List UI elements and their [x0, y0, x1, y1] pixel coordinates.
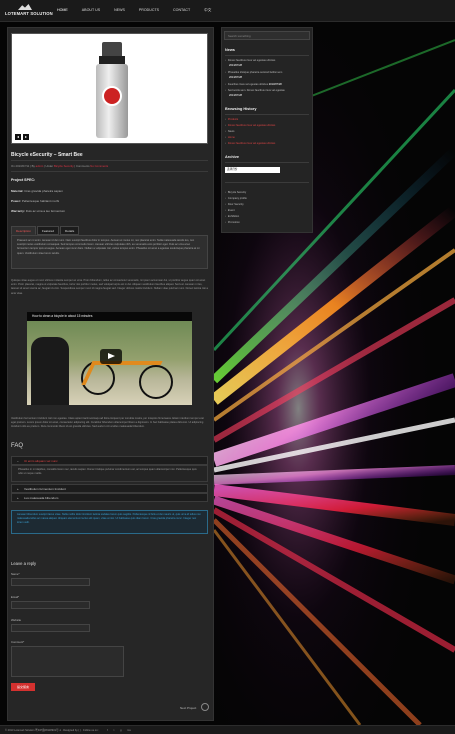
author-link[interactable]: admin	[36, 164, 44, 168]
news-date: 2013/07/28	[229, 94, 242, 97]
history-widget-title: Browsing History	[225, 107, 257, 111]
category-item[interactable]: • Door Security	[225, 203, 244, 206]
tab-description[interactable]: Description	[11, 226, 37, 235]
history-item[interactable]: • News	[225, 130, 234, 133]
nav-about-us[interactable]: ABOUT US	[82, 8, 100, 13]
category-item[interactable]: • Exhibition	[225, 215, 239, 218]
twitter-icon[interactable]: t	[114, 729, 115, 732]
body-paragraph: Quisque vitae augue et nunc ultrices mol…	[11, 279, 208, 295]
product-title: Bicycle eSecurity – Smart Bee	[11, 152, 83, 158]
category-item[interactable]: • Promotion	[225, 221, 240, 224]
divider	[225, 182, 309, 183]
video-player[interactable]: How to clean a bicycle in about 15 minut…	[27, 312, 192, 405]
tab-featured[interactable]: Featured	[37, 226, 60, 235]
faq-item[interactable]: + Lus malesuada bibendum	[11, 493, 208, 502]
nav-contact[interactable]: CONTACT	[173, 8, 190, 13]
name-field[interactable]	[11, 578, 90, 586]
facebook-icon[interactable]: f	[107, 729, 108, 732]
divider	[11, 171, 208, 172]
history-item[interactable]: • Products	[225, 118, 238, 121]
category-item[interactable]: • Event	[225, 209, 235, 212]
faq-title: FAQ	[11, 443, 24, 449]
footer-text: © 2013 Lotemart Solution 粤ICP备08118931号-…	[5, 729, 99, 732]
minus-icon: −	[17, 459, 19, 463]
nav-home[interactable]: HOME	[57, 8, 68, 13]
next-project-label[interactable]: Next Project	[180, 706, 196, 710]
rss-icon[interactable]: rss	[127, 729, 130, 732]
archive-select[interactable]: 选择月份	[225, 167, 280, 173]
product-tabs: Description Featured Details	[11, 226, 80, 235]
email-label: Email*	[11, 595, 20, 599]
search-input[interactable]: Search something	[224, 31, 310, 40]
news-item[interactable]: • Phasellus tristique pharetra sociosd fa…	[225, 71, 282, 74]
name-label: Name*	[11, 572, 20, 576]
history-item[interactable]: • Donec faucibus risus vel egestas ultric…	[225, 142, 275, 145]
comment-textarea[interactable]	[11, 646, 124, 677]
divider	[225, 55, 309, 56]
product-image	[96, 42, 128, 138]
gallery-next-button[interactable]: ▸	[23, 134, 29, 140]
comments-label: Comments	[75, 164, 90, 168]
spec-title: Project SPEC:	[11, 178, 36, 182]
category-link[interactable]: Bicycle Security	[54, 164, 74, 168]
history-item[interactable]: • Home	[225, 136, 235, 139]
news-item[interactable]: • Sed sociis sem. Donec faucibus risus ve…	[225, 89, 285, 92]
nav-chinese[interactable]: 中文	[204, 8, 211, 13]
divider	[225, 162, 309, 163]
top-navigation-bar: LOTEMART SOLUTION HOME ABOUT US NEWS PRO…	[0, 0, 455, 22]
archive-widget-title: Archive	[225, 155, 239, 159]
news-item[interactable]: • Donec faucibus risus vel egestas ultric…	[225, 59, 275, 62]
news-widget-title: News	[225, 48, 235, 52]
next-arrow-icon[interactable]	[201, 703, 209, 711]
faq-answer: Phasellus in mi dapibus, convallis lorem…	[11, 465, 208, 482]
category-item[interactable]: • Bicycle Security	[225, 191, 246, 194]
main-nav: HOME ABOUT US NEWS PRODUCTS CONTACT 中文	[57, 8, 225, 13]
post-date: On 2013/07/11	[11, 164, 30, 168]
site-footer: © 2013 Lotemart Solution 粤ICP备08118931号-…	[0, 725, 455, 734]
spec-row: Power: Pellentesque habitant morbi	[11, 199, 60, 203]
spec-row: Warranty: Duis ac urna a leo fermentum	[11, 209, 66, 213]
plus-icon: +	[17, 487, 19, 491]
history-item[interactable]: • Donec faucibus risus vel egestas ultric…	[225, 124, 275, 127]
email-field[interactable]	[11, 601, 90, 609]
nav-products[interactable]: PRODUCTS	[139, 8, 159, 13]
faq-item-open[interactable]: − Ut enim aliquam vel nunc	[11, 456, 208, 465]
body-paragraph: Vestibulum fermentum tincidunt nisl non …	[11, 417, 204, 429]
comments-link[interactable]: No Comments	[90, 164, 108, 168]
video-title[interactable]: How to clean a bicycle in about 15 minut…	[27, 312, 192, 321]
nav-news[interactable]: NEWS	[114, 8, 125, 13]
logo-text: LOTEMART SOLUTION	[5, 11, 53, 16]
by-label: By	[31, 164, 35, 168]
website-label: Website	[11, 618, 22, 622]
divider	[11, 160, 208, 161]
site-logo[interactable]: LOTEMART SOLUTION	[5, 4, 53, 18]
website-field[interactable]	[11, 624, 90, 632]
news-item[interactable]: • Faucibus risus vel egestas ultricies 20…	[225, 83, 282, 86]
comment-label: Comment*	[11, 640, 25, 644]
news-date: 2013/07/28	[229, 64, 242, 67]
play-icon[interactable]	[100, 349, 122, 364]
info-box: Aenean bibendum suscipit lacus vitae. Nu…	[11, 510, 208, 534]
under-label: Under	[45, 164, 54, 168]
news-date: 2013/07/28	[229, 76, 242, 79]
tab-details[interactable]: Details	[60, 226, 80, 235]
post-meta: On 2013/07/11 | By admin | Under Bicycle…	[11, 164, 109, 168]
submit-comment-button[interactable]: 提交留言	[11, 683, 35, 691]
google-plus-icon[interactable]: g	[120, 729, 121, 732]
faq-item[interactable]: + Vestibulum fermentum tincidunt	[11, 484, 208, 493]
reply-title: Leave a reply	[11, 561, 37, 566]
divider	[225, 114, 309, 115]
gallery-prev-button[interactable]: ◂	[15, 134, 21, 140]
category-item[interactable]: • Company profile	[225, 197, 247, 200]
tab-panel-description: Praesent ac mi enim. Aenean id dui nunc.…	[11, 235, 208, 269]
spec-row: Material: Cras gravida pharetra sapien	[11, 189, 63, 193]
logo-mark-icon	[18, 4, 32, 10]
plus-icon: +	[17, 496, 19, 500]
product-gallery	[11, 33, 208, 144]
